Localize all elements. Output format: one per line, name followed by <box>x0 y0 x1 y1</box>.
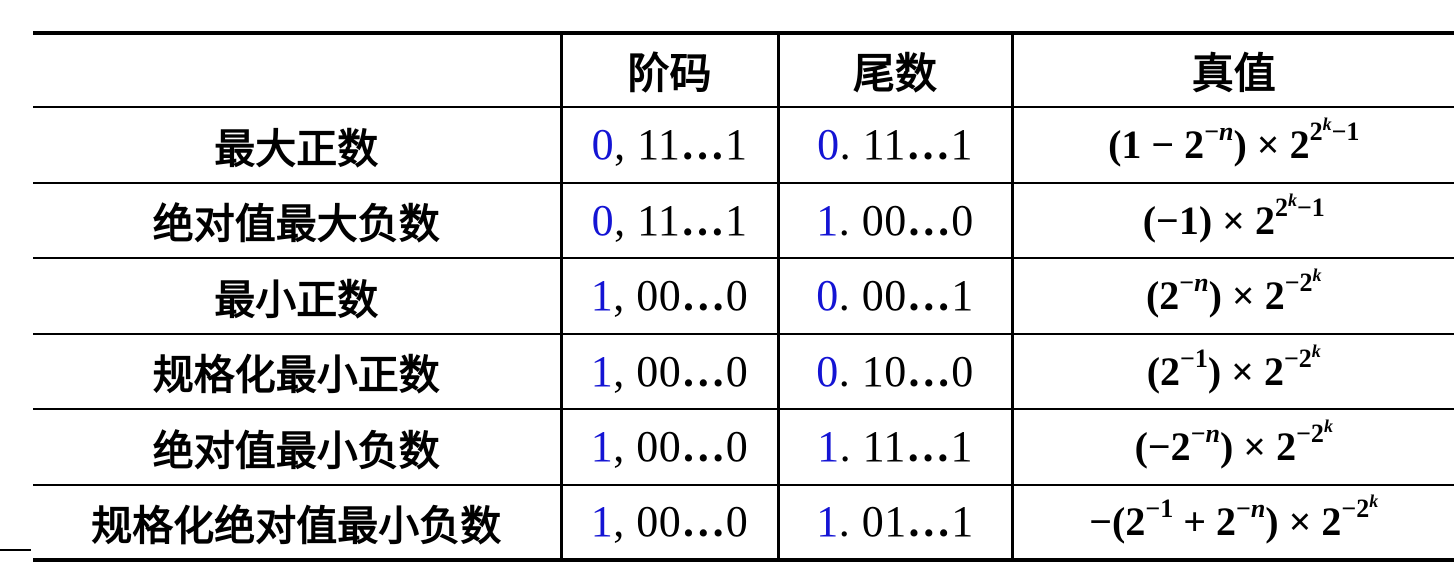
sign-bit: 0 <box>816 271 839 321</box>
true-value: −(2−1 + 2−n) × 2−2k <box>1012 484 1454 562</box>
sign-bit: 0 <box>591 195 615 245</box>
true-value: (−1) × 22k−1 <box>1012 182 1454 259</box>
true-value: (2−n) × 2−2k <box>1012 258 1454 335</box>
mantissa-code: 1. 11…1 <box>778 409 1014 486</box>
row-label: 最大正数 <box>33 107 563 184</box>
sign-bit: 0 <box>816 346 839 396</box>
header-empty <box>33 31 563 108</box>
table-row: 最大正数 0, 11…1 0. 11…1 (1 − 2−n) × 22k−1 <box>33 107 1454 184</box>
sign-bit: 1 <box>590 422 614 472</box>
true-value: (1 − 2−n) × 22k−1 <box>1012 107 1454 184</box>
true-value: (2−1) × 2−2k <box>1012 333 1454 410</box>
sign-bit: 1 <box>816 195 839 245</box>
header-row: 阶码 尾数 真值 <box>33 31 1454 108</box>
row-label: 绝对值最小负数 <box>33 409 563 486</box>
exponent-code: 1, 00…0 <box>561 258 780 335</box>
sign-bit: 1 <box>590 271 614 321</box>
mantissa-code: 0. 10…0 <box>778 333 1014 410</box>
left-margin-rule <box>0 549 31 551</box>
row-label: 规格化最小正数 <box>33 333 563 410</box>
row-label: 绝对值最大负数 <box>33 182 563 259</box>
mantissa-code: 0. 00…1 <box>778 258 1014 335</box>
header-exponent: 阶码 <box>561 31 780 108</box>
float-range-table: 阶码 尾数 真值 最大正数 0, 11…1 0. 11…1 (1 − 2−n) … <box>33 31 1454 562</box>
header-true-value: 真值 <box>1012 31 1454 108</box>
table-row: 最小正数 1, 00…0 0. 00…1 (2−n) × 2−2k <box>33 258 1454 335</box>
sign-bit: 0 <box>817 120 840 170</box>
table-row: 规格化最小正数 1, 00…0 0. 10…0 (2−1) × 2−2k <box>33 333 1454 410</box>
exponent-code: 1, 00…0 <box>561 333 780 410</box>
exponent-code: 1, 00…0 <box>561 484 780 562</box>
sign-bit: 1 <box>590 346 614 396</box>
exponent-code: 1, 00…0 <box>561 409 780 486</box>
table-row: 绝对值最小负数 1, 00…0 1. 11…1 (−2−n) × 2−2k <box>33 409 1454 486</box>
row-label: 最小正数 <box>33 258 563 335</box>
sign-bit: 1 <box>816 497 839 547</box>
table-row: 规格化绝对值最小负数 1, 00…0 1. 01…1 −(2−1 + 2−n) … <box>33 484 1454 562</box>
sign-bit: 0 <box>591 120 615 170</box>
exponent-code: 0, 11…1 <box>561 182 780 259</box>
mantissa-code: 0. 11…1 <box>778 107 1014 184</box>
table-row: 绝对值最大负数 0, 11…1 1. 00…0 (−1) × 22k−1 <box>33 182 1454 259</box>
row-label: 规格化绝对值最小负数 <box>33 484 563 562</box>
true-value: (−2−n) × 2−2k <box>1012 409 1454 486</box>
sign-bit: 1 <box>590 497 614 547</box>
exponent-code: 0, 11…1 <box>561 107 780 184</box>
sign-bit: 1 <box>817 422 840 472</box>
header-mantissa: 尾数 <box>778 31 1014 108</box>
mantissa-code: 1. 01…1 <box>778 484 1014 562</box>
mantissa-code: 1. 00…0 <box>778 182 1014 259</box>
